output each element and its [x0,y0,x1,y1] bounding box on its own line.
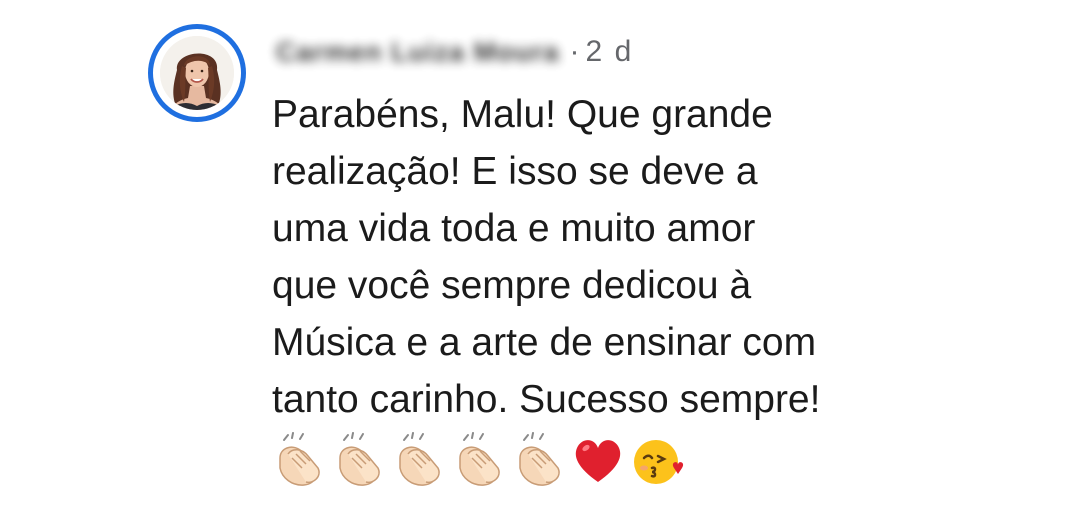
timestamp[interactable]: 2 d [586,35,634,69]
clapping-hands-icon [399,432,440,486]
avatar[interactable] [148,24,246,122]
profile-photo-image [160,36,234,110]
face-blowing-kiss-icon [634,440,684,484]
separator-dot: · [569,35,580,68]
author-name[interactable]: Carmen Luiza Moura [276,37,560,68]
clapping-hands-icon [279,432,320,486]
comment-text: Parabéns, Malu! Que grande realização! E… [272,93,821,421]
red-heart-icon [575,440,621,482]
comment-header: Carmen Luiza Moura · 2 d [276,30,633,74]
comment: Carmen Luiza Moura · 2 d Parabéns, Malu!… [0,0,1080,517]
profile-photo [160,36,234,110]
clapping-hands-icon [519,432,560,486]
clapping-hands-icon [339,432,380,486]
clapping-hands-icon [459,432,500,486]
emoji-row [270,432,686,488]
